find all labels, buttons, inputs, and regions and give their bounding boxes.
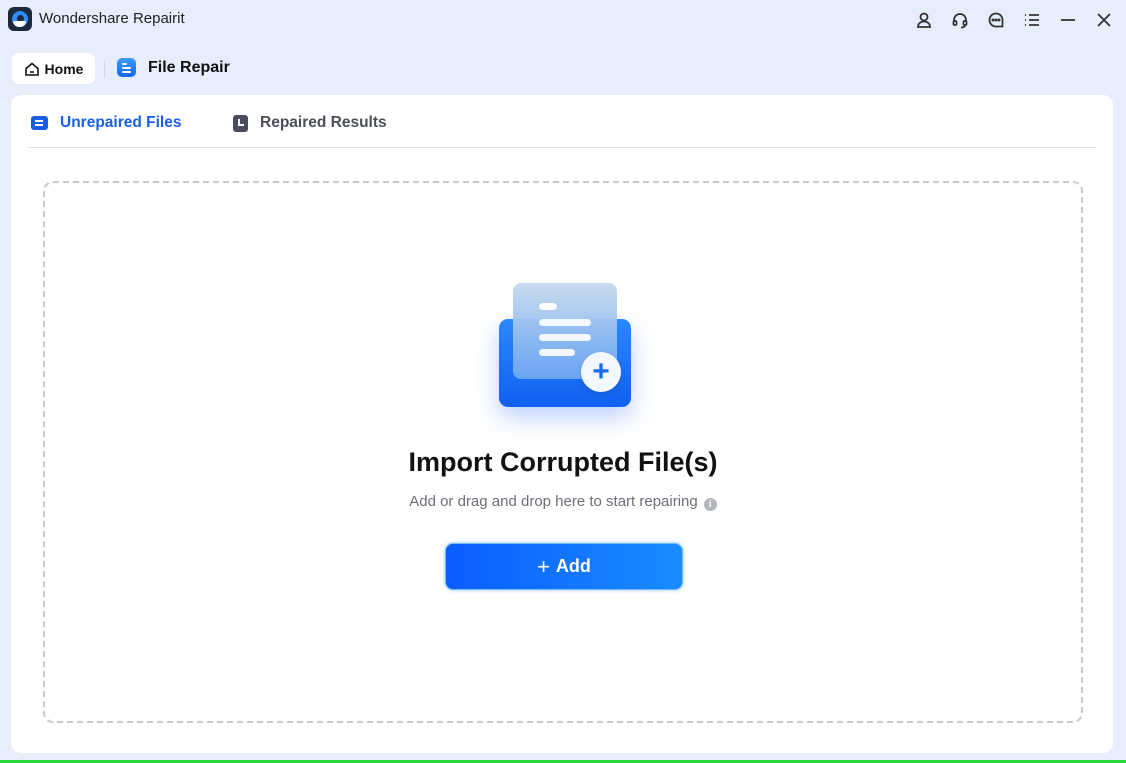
page-title: File Repair (148, 58, 230, 76)
close-icon[interactable] (1092, 8, 1116, 32)
info-icon[interactable]: i (703, 498, 717, 511)
plus-icon: + (537, 553, 550, 579)
tab-label: Repaired Results (260, 114, 387, 131)
app-logo-icon (8, 7, 32, 31)
main-panel: Unrepaired Files Repaired Results + Impo… (11, 95, 1113, 753)
file-repair-icon (117, 58, 136, 77)
tab-unrepaired-files[interactable]: Unrepaired Files (31, 114, 181, 132)
unrepaired-files-icon (31, 116, 48, 130)
support-headset-icon[interactable] (948, 8, 972, 32)
window-controls (912, 8, 1116, 32)
home-icon (24, 61, 39, 76)
drop-zone-subtitle: Add or drag and drop here to start repai… (45, 493, 1081, 511)
plus-badge-icon: + (581, 352, 621, 392)
app-title: Wondershare Repairit (39, 10, 185, 27)
add-button[interactable]: + Add (445, 543, 683, 590)
drop-zone-hint: Add or drag and drop here to start repai… (409, 493, 698, 510)
feedback-chat-icon[interactable] (984, 8, 1008, 32)
import-files-illustration-icon: + (495, 283, 635, 413)
home-label: Home (44, 60, 84, 77)
nav-bar: Home File Repair (0, 50, 1126, 86)
tab-repaired-results[interactable]: Repaired Results (233, 114, 387, 132)
nav-divider (104, 60, 105, 78)
add-button-label: Add (555, 556, 591, 576)
account-icon[interactable] (912, 8, 936, 32)
drop-zone-title: Import Corrupted File(s) (408, 447, 718, 477)
tab-label: Unrepaired Files (60, 114, 182, 131)
tab-bar: Unrepaired Files Repaired Results (29, 95, 1096, 148)
minimize-icon[interactable] (1056, 8, 1080, 32)
title-bar: Wondershare Repairit (0, 0, 1126, 40)
repaired-results-icon (233, 114, 248, 132)
home-button[interactable]: Home (12, 53, 95, 84)
menu-list-icon[interactable] (1020, 8, 1044, 32)
breadcrumb-file-repair: File Repair (117, 58, 230, 77)
file-drop-zone[interactable]: + Import Corrupted File(s) Add or drag a… (43, 181, 1083, 723)
